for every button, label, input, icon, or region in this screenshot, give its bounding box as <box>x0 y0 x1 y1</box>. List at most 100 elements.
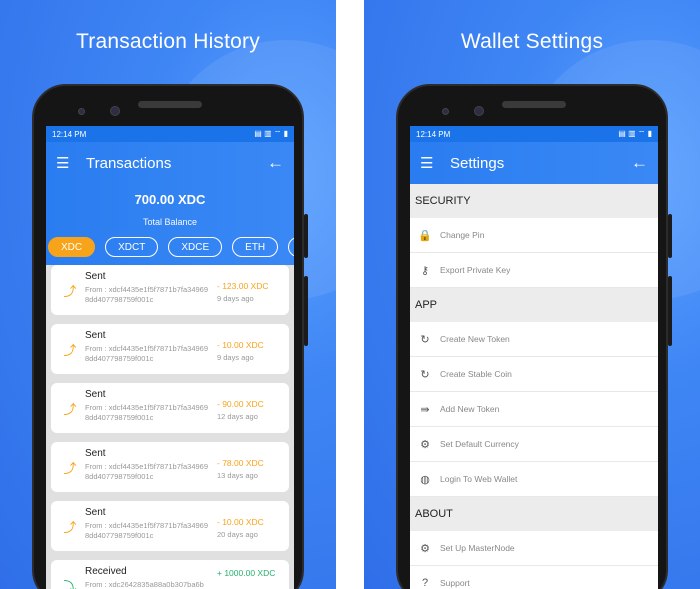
add-token-icon: ⇛ <box>420 403 430 416</box>
phone-screen: 12:14 PM ▤ ▥ ⌔ ▮ ☰ Settings ← SECURITY 🔒… <box>410 126 658 589</box>
sent-icon: ⤴ <box>63 342 77 358</box>
transaction-value: - 90.00 XDC <box>217 399 264 409</box>
globe-icon: ◍ <box>420 473 430 486</box>
page-title: Settings <box>450 154 505 172</box>
setting-support[interactable]: ? Support <box>410 566 658 589</box>
transaction-age: 9 days ago <box>217 353 254 362</box>
status-bar: 12:14 PM ▤ ▥ ⌔ ▮ <box>410 126 658 142</box>
received-icon: ⤵ <box>63 578 77 589</box>
setting-label: Change Pin <box>440 230 485 240</box>
back-arrow-icon[interactable]: ← <box>631 153 648 173</box>
header-area: 12:14 PM ▤ ▥ ⌔ ▮ ☰ Transactions ← 700.00… <box>46 126 294 265</box>
app-bar: ☰ Transactions ← <box>46 142 294 184</box>
sent-icon: ⤴ <box>63 283 77 299</box>
front-camera <box>442 108 449 115</box>
phone-frame: 12:14 PM ▤ ▥ ⌔ ▮ ☰ Transactions ← 700.00… <box>32 84 308 589</box>
transaction-from: From : xdc2642835a88a0b307ba6b <box>85 580 204 589</box>
token-tabs: XDC XDCT XDCE ETH <box>46 227 294 265</box>
phone-side-button <box>304 276 308 346</box>
transaction-type: Sent <box>85 448 106 459</box>
transaction-type: Sent <box>85 330 106 341</box>
token-tab-xdce[interactable]: XDCE <box>168 237 223 257</box>
menu-icon[interactable]: ☰ <box>420 154 444 172</box>
key-icon: ⚷ <box>420 264 430 277</box>
transaction-type: Sent <box>85 507 106 518</box>
setting-label: Support <box>440 578 470 588</box>
transaction-value: - 10.00 XDC <box>217 517 264 527</box>
setting-create-new-token[interactable]: ↻ Create New Token <box>410 322 658 357</box>
section-header-app: APP <box>410 288 658 322</box>
phone-screen: 12:14 PM ▤ ▥ ⌔ ▮ ☰ Transactions ← 700.00… <box>46 126 294 589</box>
total-balance-amount: 700.00 XDC <box>134 192 206 207</box>
app-bar: ☰ Settings ← <box>410 142 658 184</box>
transaction-row[interactable]: ⤴ Sent From : xdcf4435e1f5f7871b7fa34969… <box>51 442 289 492</box>
back-arrow-icon[interactable]: ← <box>267 153 284 173</box>
currency-icon: ⚙ <box>420 438 430 451</box>
transaction-value: - 123.00 XDC <box>217 281 269 291</box>
transaction-row[interactable]: ⤵ Received From : xdc2642835a88a0b307ba6… <box>51 560 289 589</box>
sent-icon: ⤴ <box>63 460 77 476</box>
transaction-age: 9 days ago <box>217 294 254 303</box>
status-icons: ▤ ▥ ⌔ ▮ <box>618 129 652 138</box>
setting-add-new-token[interactable]: ⇛ Add New Token <box>410 392 658 427</box>
setting-masternode[interactable]: ⚙ Set Up MasterNode <box>410 531 658 566</box>
balance-block: 700.00 XDC Total Balance <box>46 184 294 227</box>
page-title: Transactions <box>86 154 172 172</box>
transaction-row[interactable]: ⤴ Sent From : xdcf4435e1f5f7871b7fa34969… <box>51 324 289 374</box>
setting-default-currency[interactable]: ⚙ Set Default Currency <box>410 427 658 462</box>
header-area: 12:14 PM ▤ ▥ ⌔ ▮ ☰ Settings ← <box>410 126 658 184</box>
transaction-row[interactable]: ⤴ Sent From : xdcf4435e1f5f7871b7fa34969… <box>51 265 289 315</box>
transaction-type: Sent <box>85 389 106 400</box>
setting-label: Add New Token <box>440 404 500 414</box>
status-icons: ▤ ▥ ⌔ ▮ <box>254 129 288 138</box>
transaction-value: - 78.00 XDC <box>217 458 264 468</box>
status-bar: 12:14 PM ▤ ▥ ⌔ ▮ <box>46 126 294 142</box>
transaction-from: From : xdcf4435e1f5f7871b7fa349698dd4077… <box>85 403 209 422</box>
transaction-row[interactable]: ⤴ Sent From : xdcf4435e1f5f7871b7fa34969… <box>51 383 289 433</box>
transaction-age: 13 days ago <box>217 471 258 480</box>
transaction-value: + 1000.00 XDC <box>217 568 276 578</box>
transaction-type: Received <box>85 566 127 577</box>
phone-speaker <box>138 101 202 108</box>
token-tab-xdc[interactable]: XDC <box>48 237 96 257</box>
sent-icon: ⤴ <box>63 401 77 417</box>
transaction-row[interactable]: ⤴ Sent From : xdcf4435e1f5f7871b7fa34969… <box>51 501 289 551</box>
setting-label: Set Default Currency <box>440 439 519 449</box>
front-camera <box>474 106 484 116</box>
menu-icon[interactable]: ☰ <box>56 154 80 172</box>
front-camera <box>78 108 85 115</box>
setting-label: Create New Token <box>440 334 510 344</box>
panel-headline: Wallet Settings <box>460 30 604 53</box>
transaction-from: From : xdcf4435e1f5f7871b7fa349698dd4077… <box>85 344 209 363</box>
token-tab-xdct[interactable]: XDCT <box>105 237 159 257</box>
setting-change-pin[interactable]: 🔒 Change Pin <box>410 218 658 253</box>
section-header-about: ABOUT <box>410 497 658 531</box>
create-token-icon: ↻ <box>420 333 430 346</box>
transaction-from: From : xdcf4435e1f5f7871b7fa349698dd4077… <box>85 521 209 540</box>
setting-export-private-key[interactable]: ⚷ Export Private Key <box>410 253 658 288</box>
status-time: 12:14 PM <box>416 129 451 139</box>
transaction-history-panel: Transaction History 12:14 PM ▤ ▥ ⌔ ▮ ☰ T… <box>0 0 336 589</box>
transaction-list: ⤴ Sent From : xdcf4435e1f5f7871b7fa34969… <box>46 265 294 589</box>
phone-speaker <box>502 101 566 108</box>
phone-side-button <box>668 276 672 346</box>
token-tab-eth[interactable]: ETH <box>232 237 279 257</box>
token-tab-more[interactable] <box>288 237 294 257</box>
transaction-age: 20 days ago <box>217 530 258 539</box>
setting-label: Set Up MasterNode <box>440 543 515 553</box>
setting-label: Login To Web Wallet <box>440 474 518 484</box>
transaction-age: 12 days ago <box>217 412 258 421</box>
transaction-value: - 10.00 XDC <box>217 340 264 350</box>
settings-list: SECURITY 🔒 Change Pin ⚷ Export Private K… <box>410 184 658 589</box>
sent-icon: ⤴ <box>63 519 77 535</box>
transaction-from: From : xdcf4435e1f5f7871b7fa349698dd4077… <box>85 462 209 481</box>
masternode-icon: ⚙ <box>420 542 430 555</box>
transaction-type: Sent <box>85 271 106 282</box>
setting-create-stable-coin[interactable]: ↻ Create Stable Coin <box>410 357 658 392</box>
total-balance-label: Total Balance <box>142 217 198 227</box>
wallet-settings-panel: Wallet Settings 12:14 PM ▤ ▥ ⌔ ▮ ☰ Setti… <box>364 0 700 589</box>
phone-side-button <box>668 214 672 258</box>
transaction-from: From : xdcf4435e1f5f7871b7fa349698dd4077… <box>85 285 209 304</box>
phone-frame: 12:14 PM ▤ ▥ ⌔ ▮ ☰ Settings ← SECURITY 🔒… <box>396 84 672 589</box>
setting-login-web-wallet[interactable]: ◍ Login To Web Wallet <box>410 462 658 497</box>
